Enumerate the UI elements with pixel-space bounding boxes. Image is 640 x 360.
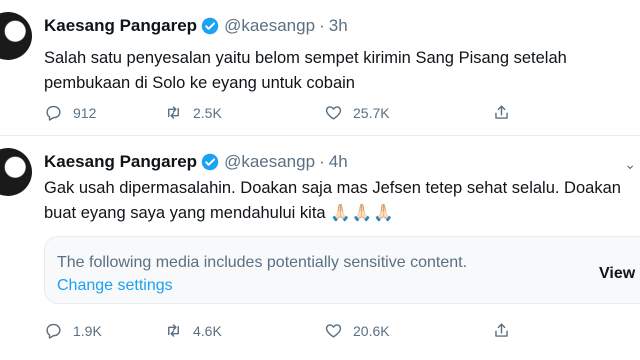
author-handle[interactable]: @kaesangp [224,152,315,172]
like-button[interactable]: 20.6K [324,321,390,340]
sensitive-media-text: The following media includes potentially… [57,254,468,271]
retweet-icon [168,106,179,119]
tweet-header: Kaesang Pangarep @kaesangp · 3h [44,16,348,36]
reply-count: 1.9K [73,322,102,339]
tweet-text: Gak usah dipermasalahin. Doakan saja mas… [44,176,640,226]
reply-button[interactable]: 912 [44,103,96,122]
author-handle[interactable]: @kaesangp [224,16,315,36]
like-count: 20.6K [353,322,390,339]
tweet-text: Salah satu penyesalan yaitu belom sempet… [44,46,640,96]
like-icon [325,324,342,338]
timestamp[interactable]: 3h [329,16,348,36]
tweet-text-line: pembukaan di Solo ke eyang untuk cobain [44,74,355,92]
praying-hands-emoji: 🙏🏻🙏🏻🙏🏻 [330,204,395,222]
tweet-text-line: Salah satu penyesalan yaitu belom sempet… [44,49,567,67]
share-button[interactable] [492,321,521,340]
share-icon [495,105,508,119]
reply-icon [46,323,61,339]
tweet-header: Kaesang Pangarep @kaesangp · 4h [44,152,348,172]
tweet-text-segment: buat eyang saya yang mendahului kita [44,204,326,222]
retweet-count: 2.5K [193,104,222,121]
retweet-icon [168,324,179,337]
separator-dot: · [319,16,325,35]
author-name[interactable]: Kaesang Pangarep [44,16,197,36]
retweet-count: 4.6K [193,322,222,339]
timestamp[interactable]: 4h [329,152,348,172]
reply-button[interactable]: 1.9K [44,321,102,340]
tweet-text-line: buat eyang saya yang mendahului kita 🙏🏻🙏… [44,201,640,226]
verified-badge-icon [201,153,219,171]
tweet-text-line: Gak usah dipermasalahin. Doakan saja mas… [44,179,621,197]
retweet-button[interactable]: 2.5K [164,103,222,122]
like-icon [325,106,342,120]
caret-down-icon[interactable]: ⌄ [624,156,636,173]
tweet-actions: 912 2.5K 25.7K [44,103,604,127]
author-name[interactable]: Kaesang Pangarep [44,152,197,172]
tweet-2[interactable]: Kaesang Pangarep @kaesangp · 4h ⌄ Gak us… [0,136,640,360]
like-count: 25.7K [353,104,390,121]
verified-badge-icon [201,17,219,35]
share-button[interactable] [492,103,521,122]
separator-dot: · [319,152,325,171]
sensitive-media-warning: The following media includes potentially… [44,236,640,304]
view-media-button[interactable]: View [599,265,635,283]
tweet-actions: 1.9K 4.6K 20.6K [44,321,604,345]
change-settings-link[interactable]: Change settings [57,277,173,295]
reply-icon [46,105,61,121]
avatar[interactable] [0,148,32,196]
tweet-1[interactable]: Kaesang Pangarep @kaesangp · 3h Salah sa… [0,0,640,136]
retweet-button[interactable]: 4.6K [164,321,222,340]
avatar[interactable] [0,12,32,60]
reply-count: 912 [73,104,97,121]
like-button[interactable]: 25.7K [324,103,390,122]
share-icon [495,323,508,337]
